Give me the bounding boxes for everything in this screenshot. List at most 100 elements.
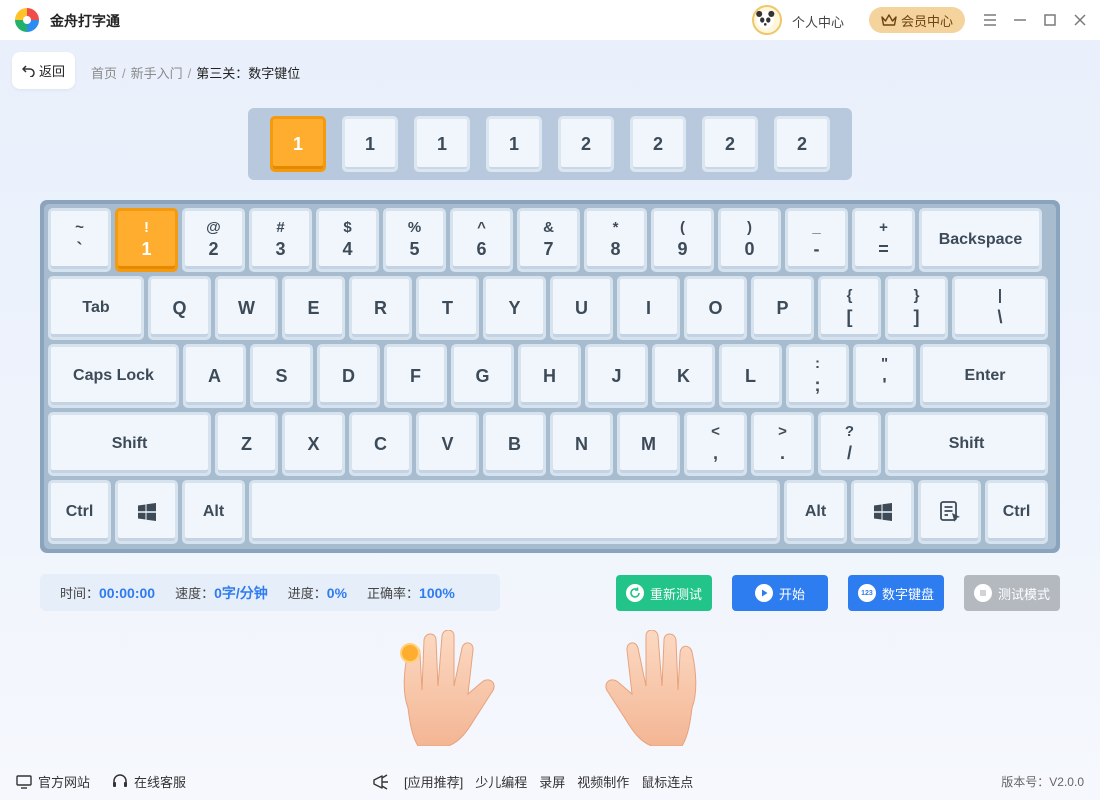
key-6[interactable]: ^ 6 — [450, 208, 513, 272]
key-l[interactable]: L — [719, 344, 782, 408]
key-label: Shift — [111, 435, 148, 452]
link-auto-clicker[interactable]: 鼠标连点 — [641, 772, 693, 791]
key-label: Ctrl — [1002, 503, 1031, 520]
key-a[interactable]: A — [183, 344, 246, 408]
key-space[interactable] — [249, 480, 780, 544]
key-j[interactable]: J — [585, 344, 648, 408]
key-alt[interactable]: Alt — [784, 480, 847, 544]
key-9[interactable]: (9 — [651, 208, 714, 272]
key-5[interactable]: % 5 — [383, 208, 446, 272]
windows-icon[interactable] — [115, 480, 178, 544]
test-mode-button[interactable]: 测试模式 — [964, 575, 1060, 611]
user-avatar[interactable] — [752, 5, 782, 35]
key-7[interactable]: & 7 — [517, 208, 580, 272]
link-kids-coding[interactable]: 少儿编程 — [475, 772, 527, 791]
key-3[interactable]: #3 — [249, 208, 312, 272]
key-u[interactable]: U — [550, 276, 613, 340]
key-f[interactable]: F — [384, 344, 447, 408]
key-4[interactable]: $4 — [316, 208, 379, 272]
key-label: J — [611, 365, 622, 386]
minimize-icon[interactable] — [1009, 9, 1031, 31]
monitor-icon — [16, 774, 32, 789]
virtual-keyboard: ~ `! 1 @2 #3 $4% 5 ^ 6 & 7 * 8(9) 0 _ - + = Backspace Tab Q W… — [40, 200, 1060, 553]
key-s[interactable]: S — [250, 344, 313, 408]
key-shift-symbol: { — [846, 287, 853, 305]
key-slash[interactable]: ? / — [818, 412, 881, 476]
key-ctrl[interactable]: Ctrl — [985, 480, 1048, 544]
key-tilde[interactable]: ~ ` — [48, 208, 111, 272]
key-quote[interactable]: " ' — [853, 344, 916, 408]
key-shift[interactable]: Shift — [48, 412, 211, 476]
key-z[interactable]: Z — [215, 412, 278, 476]
key-bracket-left[interactable]: {[ — [818, 276, 881, 340]
key-w[interactable]: W — [215, 276, 278, 340]
key-label: I — [645, 297, 651, 318]
key-equal[interactable]: + = — [852, 208, 915, 272]
key-period[interactable]: >. — [751, 412, 814, 476]
key-label: W — [238, 297, 255, 318]
breadcrumb-beginner[interactable]: 新手入门 — [131, 66, 183, 81]
key-h[interactable]: H — [518, 344, 581, 408]
key-n[interactable]: N — [550, 412, 613, 476]
key-alt[interactable]: Alt — [182, 480, 245, 544]
key-ctrl[interactable]: Ctrl — [48, 480, 111, 544]
link-video-making[interactable]: 视频制作 — [577, 772, 629, 791]
key-t[interactable]: T — [416, 276, 479, 340]
start-label: 开始 — [778, 586, 805, 602]
key-backspace[interactable]: Backspace — [919, 208, 1042, 272]
key-e[interactable]: E — [282, 276, 345, 340]
key-y[interactable]: Y — [483, 276, 546, 340]
key-bracket-right[interactable]: }] — [885, 276, 948, 340]
key-minus[interactable]: _ - — [785, 208, 848, 272]
refresh-icon — [625, 584, 644, 602]
retest-button[interactable]: 重新测试 — [616, 575, 712, 611]
key-v[interactable]: V — [416, 412, 479, 476]
key-i[interactable]: I — [617, 276, 680, 340]
key-k[interactable]: K — [652, 344, 715, 408]
maximize-icon[interactable] — [1039, 9, 1061, 31]
key-tab[interactable]: Tab — [48, 276, 144, 340]
key-x[interactable]: X — [282, 412, 345, 476]
key-p[interactable]: P — [751, 276, 814, 340]
official-site-link[interactable]: 官方网站 — [16, 772, 90, 791]
key-base-symbol: . — [779, 443, 785, 464]
key-shift[interactable]: Shift — [885, 412, 1048, 476]
key-o[interactable]: O — [684, 276, 747, 340]
back-button[interactable]: 返回 — [12, 52, 75, 89]
breadcrumb-home[interactable]: 首页 — [91, 66, 117, 81]
start-button[interactable]: 开始 — [732, 575, 828, 611]
key-comma[interactable]: <, — [684, 412, 747, 476]
key-caps-lock[interactable]: Caps Lock — [48, 344, 179, 408]
key-g[interactable]: G — [451, 344, 514, 408]
key-c[interactable]: C — [349, 412, 412, 476]
link-screen-record[interactable]: 录屏 — [539, 772, 565, 791]
accuracy-label: 正确率： — [367, 586, 420, 601]
menu-icon[interactable] — [918, 480, 981, 544]
sequence-key: 1 — [342, 116, 398, 172]
key-m[interactable]: M — [617, 412, 680, 476]
key-1[interactable]: ! 1 — [115, 208, 178, 272]
windows-icon[interactable] — [851, 480, 914, 544]
key-b[interactable]: B — [483, 412, 546, 476]
recommend-label: [应用推荐] — [404, 775, 464, 790]
vip-center-button[interactable]: 会员中心 — [869, 7, 965, 33]
key-8[interactable]: * 8 — [584, 208, 647, 272]
key-shift-symbol: ? — [844, 423, 855, 441]
menu-icon[interactable] — [979, 9, 1001, 31]
key-backslash[interactable]: | \ — [952, 276, 1048, 340]
key-semicolon[interactable]: :; — [786, 344, 849, 408]
key-enter[interactable]: Enter — [920, 344, 1050, 408]
key-r[interactable]: R — [349, 276, 412, 340]
key-shift-symbol: } — [913, 287, 920, 305]
personal-center-link[interactable]: 个人中心 — [792, 12, 844, 31]
online-service-link[interactable]: 在线客服 — [112, 772, 186, 791]
close-icon[interactable] — [1069, 9, 1091, 31]
key-0[interactable]: ) 0 — [718, 208, 781, 272]
key-2[interactable]: @2 — [182, 208, 245, 272]
key-base-symbol: 2 — [208, 239, 219, 260]
key-label: X — [307, 433, 320, 454]
online-service-label: 在线客服 — [134, 775, 187, 790]
numpad-button[interactable]: 123 数字键盘 — [848, 575, 944, 611]
key-d[interactable]: D — [317, 344, 380, 408]
key-q[interactable]: Q — [148, 276, 211, 340]
